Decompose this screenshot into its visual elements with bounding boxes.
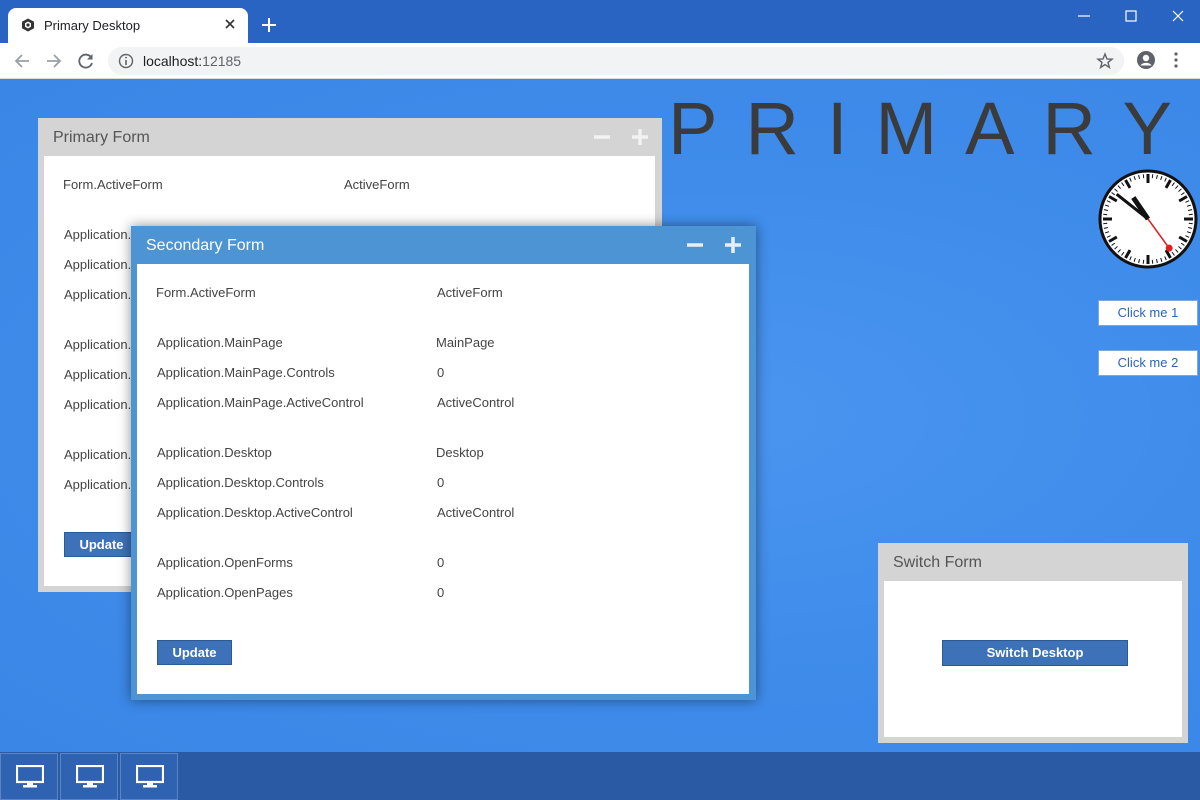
switch-form-body: Switch Desktop bbox=[884, 581, 1182, 737]
analog-clock bbox=[1098, 169, 1198, 269]
row-label: Application.Desktop.Controls bbox=[157, 475, 324, 490]
row-label: Form.ActiveForm bbox=[63, 177, 163, 192]
maximize-plus-icon[interactable] bbox=[723, 235, 743, 255]
close-window-icon[interactable] bbox=[1168, 6, 1188, 26]
minimize-icon[interactable] bbox=[592, 127, 612, 147]
row-value: 0 bbox=[437, 475, 445, 490]
browser-menu-icon[interactable] bbox=[1172, 51, 1180, 69]
minimize-window-icon[interactable] bbox=[1074, 6, 1094, 26]
maximize-plus-icon[interactable] bbox=[630, 127, 650, 147]
row-label: Application. bbox=[64, 367, 132, 382]
monitor-icon bbox=[76, 765, 104, 788]
browser-toolbar: localhost:12185 bbox=[0, 43, 1200, 79]
bookmark-star-icon[interactable] bbox=[1096, 52, 1114, 70]
primary-form-title: Primary Form bbox=[53, 129, 150, 146]
taskbar-desktop-3[interactable] bbox=[120, 753, 178, 800]
row-label: Application. bbox=[64, 257, 132, 272]
click-me-1-button[interactable]: Click me 1 bbox=[1098, 300, 1198, 326]
row-value: ActiveControl bbox=[437, 395, 515, 410]
primary-form-header[interactable]: Primary Form bbox=[38, 118, 662, 156]
maximize-window-icon[interactable] bbox=[1121, 6, 1141, 26]
row-value: ActiveForm bbox=[437, 285, 503, 300]
site-info-icon[interactable] bbox=[118, 53, 134, 69]
row-label: Application. bbox=[64, 477, 132, 492]
row-value: 0 bbox=[437, 585, 445, 600]
row-label: Application.OpenPages bbox=[157, 585, 293, 600]
update-button[interactable]: Update bbox=[157, 640, 232, 665]
url-host: localhost: bbox=[143, 53, 203, 69]
row-label: Form.ActiveForm bbox=[156, 285, 256, 300]
row-label: Application.MainPage bbox=[157, 335, 283, 350]
taskbar bbox=[0, 752, 1200, 800]
row-value: 0 bbox=[437, 555, 445, 570]
profile-avatar-icon[interactable] bbox=[1136, 50, 1156, 70]
row-label: Application.Desktop bbox=[157, 445, 272, 460]
secondary-form-title: Secondary Form bbox=[146, 237, 265, 254]
monitor-icon bbox=[16, 765, 44, 788]
row-label: Application. bbox=[64, 227, 132, 242]
switch-form-window[interactable]: Switch Form Switch Desktop bbox=[878, 543, 1188, 743]
minimize-icon[interactable] bbox=[685, 235, 705, 255]
row-label: Application. bbox=[64, 337, 132, 352]
browser-tab-strip: Primary Desktop bbox=[0, 0, 1200, 43]
url-port: 12185 bbox=[202, 53, 242, 69]
switch-form-header[interactable]: Switch Form bbox=[878, 543, 1188, 581]
row-label: Application.OpenForms bbox=[157, 555, 293, 570]
click-me-2-button[interactable]: Click me 2 bbox=[1098, 350, 1198, 376]
row-label: Application.Desktop.ActiveControl bbox=[157, 505, 353, 520]
back-arrow-icon[interactable] bbox=[12, 51, 32, 71]
row-label: Application.MainPage.ActiveControl bbox=[157, 395, 364, 410]
browser-tab[interactable]: Primary Desktop bbox=[8, 8, 248, 43]
secondary-form-body: Form.ActiveForm ActiveForm Application.M… bbox=[137, 264, 749, 694]
tab-title: Primary Desktop bbox=[44, 18, 141, 33]
row-value: ActiveControl bbox=[437, 505, 515, 520]
secondary-form-window[interactable]: Secondary Form Form.ActiveForm ActiveFor… bbox=[131, 226, 756, 700]
row-value: 0 bbox=[437, 365, 445, 380]
url-text: localhost:12185 bbox=[143, 53, 241, 69]
row-label: Application. bbox=[64, 447, 132, 462]
row-label: Application. bbox=[64, 397, 132, 412]
row-label: Application.MainPage.Controls bbox=[157, 365, 335, 380]
taskbar-desktop-2[interactable] bbox=[60, 753, 118, 800]
address-bar[interactable]: localhost:12185 bbox=[108, 47, 1124, 75]
row-label: Application. bbox=[64, 287, 132, 302]
close-tab-icon[interactable] bbox=[222, 16, 238, 32]
switch-desktop-button[interactable]: Switch Desktop bbox=[942, 640, 1128, 666]
monitor-icon bbox=[136, 765, 164, 788]
secondary-form-header[interactable]: Secondary Form bbox=[131, 226, 756, 264]
row-value: ActiveForm bbox=[344, 177, 410, 192]
reload-icon[interactable] bbox=[76, 51, 96, 71]
row-value: Desktop bbox=[436, 445, 484, 460]
desktop-title: PRIMARY bbox=[668, 87, 1200, 170]
update-button[interactable]: Update bbox=[64, 532, 139, 557]
row-value: MainPage bbox=[436, 335, 495, 350]
app-favicon-icon bbox=[22, 18, 34, 32]
new-tab-icon[interactable] bbox=[260, 16, 278, 34]
forward-arrow-icon[interactable] bbox=[44, 51, 64, 71]
switch-form-title: Switch Form bbox=[893, 554, 982, 571]
taskbar-desktop-1[interactable] bbox=[0, 753, 58, 800]
